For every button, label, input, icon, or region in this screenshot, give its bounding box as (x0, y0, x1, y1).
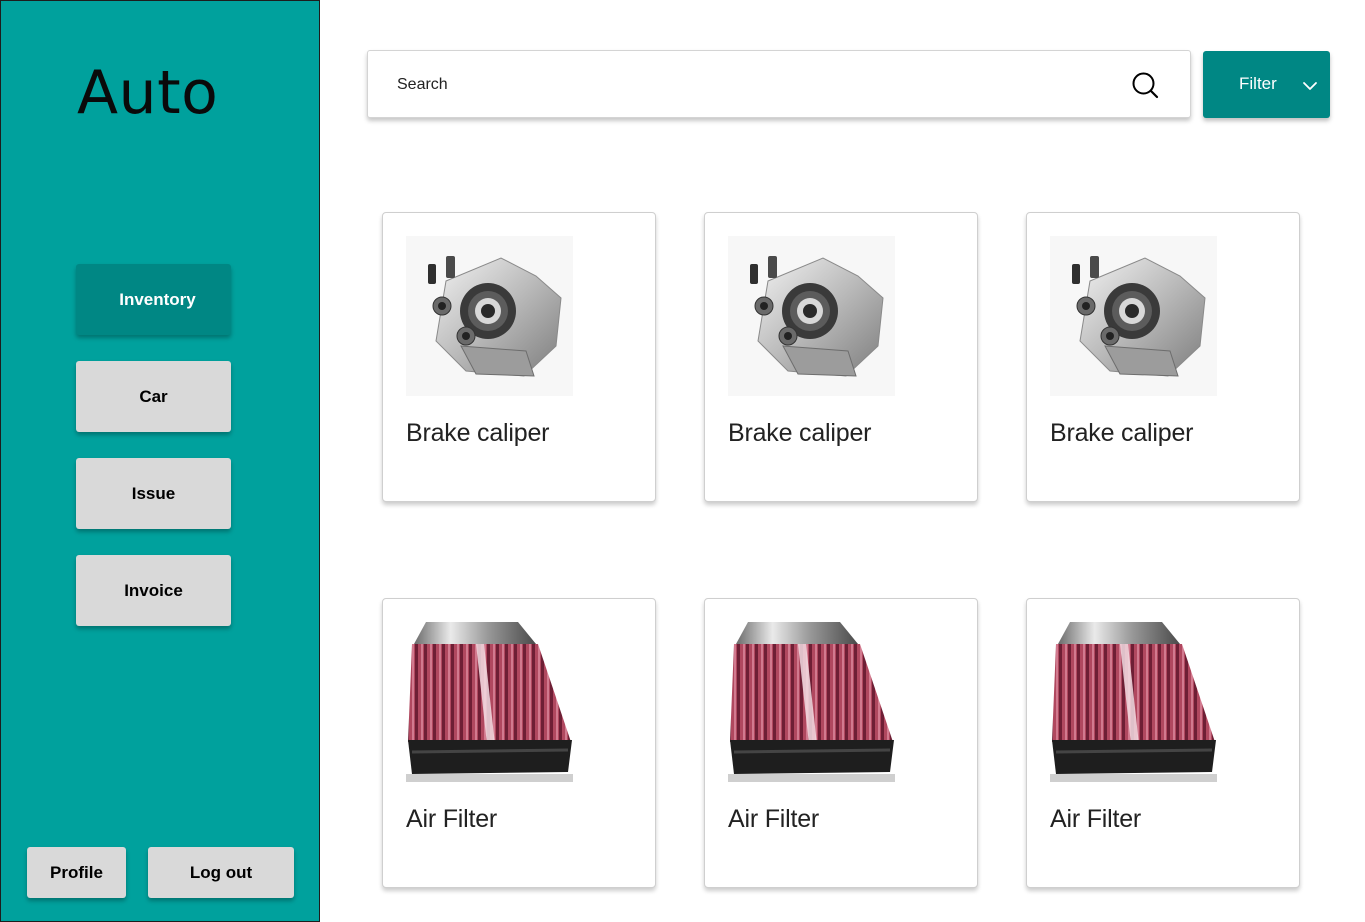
nav-car-label: Car (139, 386, 168, 406)
air-filter-image (1050, 622, 1217, 782)
profile-label: Profile (50, 862, 103, 882)
nav-inventory-button[interactable]: Inventory (76, 264, 231, 335)
product-card[interactable]: Air Filter (382, 598, 656, 888)
chevron-down-icon (1302, 79, 1318, 91)
brake-caliper-image (406, 236, 573, 396)
nav-car-button[interactable]: Car (76, 361, 231, 432)
product-name: Air Filter (728, 805, 820, 833)
product-name: Air Filter (406, 805, 498, 833)
product-name: Brake caliper (406, 419, 550, 447)
product-card[interactable]: Air Filter (1026, 598, 1300, 888)
product-name: Brake caliper (1050, 419, 1194, 447)
nav-invoice-label: Invoice (124, 580, 183, 600)
logout-button[interactable]: Log out (148, 847, 294, 898)
product-card[interactable]: Brake caliper (1026, 212, 1300, 502)
filter-label: Filter (1239, 74, 1277, 93)
brand-logo: Auto (77, 58, 219, 128)
air-filter-image (406, 622, 573, 782)
search-input[interactable] (397, 73, 1097, 97)
product-card[interactable]: Brake caliper (704, 212, 978, 502)
search-bar (367, 50, 1191, 118)
nav-issue-label: Issue (131, 483, 176, 503)
logout-label: Log out (189, 862, 253, 882)
brake-caliper-image (1050, 236, 1217, 396)
sidebar: Auto Inventory Car Issue Invoice Profile… (0, 0, 320, 922)
search-icon[interactable] (1131, 71, 1159, 99)
product-card[interactable]: Brake caliper (382, 212, 656, 502)
profile-button[interactable]: Profile (27, 847, 126, 898)
product-card[interactable]: Air Filter (704, 598, 978, 888)
nav-inventory-label: Inventory (119, 289, 196, 309)
nav-invoice-button[interactable]: Invoice (76, 555, 231, 626)
air-filter-image (728, 622, 895, 782)
nav-issue-button[interactable]: Issue (76, 458, 231, 529)
product-name: Air Filter (1050, 805, 1142, 833)
filter-dropdown-button[interactable]: Filter (1203, 51, 1330, 118)
brake-caliper-image (728, 236, 895, 396)
product-name: Brake caliper (728, 419, 872, 447)
